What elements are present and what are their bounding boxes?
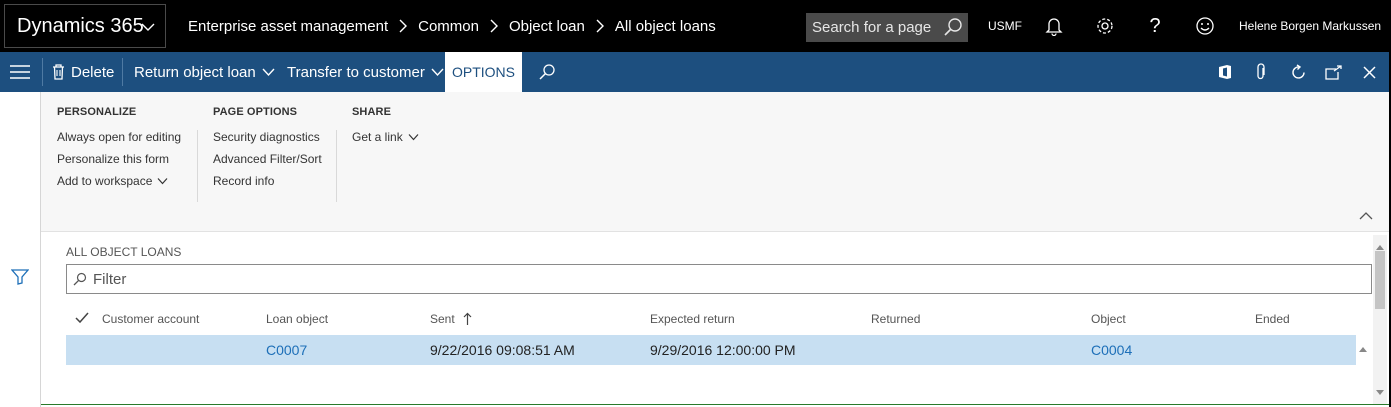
chevron-down-icon bbox=[408, 133, 419, 141]
breadcrumb-all-object-loans[interactable]: All object loans bbox=[615, 18, 716, 35]
app-title: Dynamics 365 bbox=[17, 14, 144, 37]
refresh-icon[interactable] bbox=[1290, 52, 1308, 92]
chevron-down-icon bbox=[157, 177, 168, 185]
grid-vertical-scrollbar[interactable] bbox=[1356, 335, 1370, 405]
cell-loan-object-link[interactable]: C0007 bbox=[266, 335, 307, 365]
divider bbox=[122, 58, 123, 86]
delete-button[interactable]: Delete bbox=[52, 52, 114, 92]
grid-title: ALL OBJECT LOANS bbox=[66, 245, 182, 259]
column-header-loan-object[interactable]: Loan object bbox=[266, 312, 328, 326]
select-all-checkmark-icon[interactable] bbox=[75, 312, 89, 324]
user-name[interactable]: Helene Borgen Markussen bbox=[1239, 0, 1381, 52]
column-header-returned[interactable]: Returned bbox=[871, 312, 920, 326]
gear-icon[interactable] bbox=[1094, 15, 1116, 37]
chevron-down-icon bbox=[262, 67, 275, 77]
personalize-this-form-button[interactable]: Personalize this form bbox=[57, 152, 169, 166]
divider bbox=[41, 404, 1389, 405]
return-object-loan-button[interactable]: Return object loan bbox=[134, 52, 275, 92]
always-open-for-editing-button[interactable]: Always open for editing bbox=[57, 130, 181, 144]
group-title-share: SHARE bbox=[352, 106, 392, 118]
column-header-customer-account[interactable]: Customer account bbox=[102, 312, 199, 326]
chevron-right-icon bbox=[398, 19, 408, 33]
options-ribbon: PERSONALIZE Always open for editing Pers… bbox=[41, 92, 1389, 232]
transfer-to-customer-button[interactable]: Transfer to customer bbox=[287, 52, 444, 92]
get-a-link-button[interactable]: Get a link bbox=[352, 130, 419, 144]
search-icon[interactable] bbox=[942, 16, 964, 42]
scroll-down-arrow-icon[interactable] bbox=[1376, 383, 1384, 401]
popout-icon[interactable] bbox=[1325, 52, 1343, 92]
tab-options[interactable]: OPTIONS bbox=[445, 52, 522, 92]
filter-icon[interactable] bbox=[10, 269, 30, 290]
column-header-sent-label: Sent bbox=[430, 312, 455, 326]
breadcrumb-object-loan[interactable]: Object loan bbox=[509, 18, 585, 35]
column-header-expected-return[interactable]: Expected return bbox=[650, 312, 735, 326]
page-search-input[interactable]: Search for a page bbox=[806, 13, 968, 42]
company-picker[interactable]: USMF bbox=[988, 0, 1022, 52]
divider bbox=[42, 58, 43, 86]
record-info-button[interactable]: Record info bbox=[213, 174, 274, 188]
cell-object-link[interactable]: C0004 bbox=[1091, 335, 1132, 365]
breadcrumb: Enterprise asset management Common Objec… bbox=[188, 0, 716, 52]
chevron-right-icon bbox=[489, 19, 499, 33]
chevron-right-icon bbox=[595, 19, 605, 33]
scrollbar-thumb[interactable] bbox=[1375, 251, 1385, 309]
close-icon[interactable] bbox=[1363, 52, 1379, 92]
search-icon[interactable] bbox=[538, 52, 558, 92]
hamburger-icon[interactable] bbox=[10, 52, 34, 92]
smiley-icon[interactable] bbox=[1194, 15, 1216, 37]
chevron-up-icon[interactable] bbox=[1359, 207, 1373, 225]
group-title-page-options: PAGE OPTIONS bbox=[213, 106, 298, 118]
breadcrumb-common[interactable]: Common bbox=[418, 18, 479, 35]
security-diagnostics-button[interactable]: Security diagnostics bbox=[213, 130, 320, 144]
column-header-sent[interactable]: Sent bbox=[430, 312, 472, 326]
help-icon[interactable]: ? bbox=[1144, 15, 1166, 37]
search-placeholder: Search for a page bbox=[812, 19, 932, 36]
column-header-ended[interactable]: Ended bbox=[1255, 312, 1290, 326]
table-row[interactable]: C0007 9/22/2016 09:08:51 AM 9/29/2016 12… bbox=[66, 335, 1356, 365]
transfer-to-customer-label: Transfer to customer bbox=[287, 63, 425, 81]
search-icon bbox=[73, 272, 87, 290]
filter-pane-rail bbox=[0, 92, 41, 407]
chevron-down-icon bbox=[431, 67, 444, 77]
action-pane: Delete Return object loan Transfer to cu… bbox=[0, 52, 1389, 92]
office-icon[interactable] bbox=[1218, 52, 1234, 92]
group-divider bbox=[336, 130, 337, 202]
cell-sent: 9/22/2016 09:08:51 AM bbox=[430, 342, 575, 358]
advanced-filter-sort-button[interactable]: Advanced Filter/Sort bbox=[213, 152, 322, 166]
group-divider bbox=[197, 130, 198, 202]
column-header-object[interactable]: Object bbox=[1091, 312, 1126, 326]
filter-placeholder: Filter bbox=[93, 270, 127, 288]
attachment-icon[interactable] bbox=[1256, 52, 1270, 92]
add-to-workspace-button[interactable]: Add to workspace bbox=[57, 174, 168, 188]
top-navigation-bar: Dynamics 365 Enterprise asset management… bbox=[0, 0, 1389, 52]
add-to-workspace-label: Add to workspace bbox=[57, 174, 153, 188]
delete-label: Delete bbox=[71, 63, 115, 81]
sort-ascending-icon bbox=[463, 312, 472, 326]
breadcrumb-enterprise-asset-management[interactable]: Enterprise asset management bbox=[188, 18, 388, 35]
trash-icon bbox=[52, 64, 65, 80]
get-a-link-label: Get a link bbox=[352, 130, 403, 144]
app-title-button[interactable]: Dynamics 365 bbox=[4, 4, 166, 48]
page-vertical-scrollbar[interactable] bbox=[1373, 235, 1387, 405]
return-object-loan-label: Return object loan bbox=[134, 63, 256, 81]
grid-filter-input[interactable]: Filter bbox=[66, 264, 1372, 294]
cell-expected-return: 9/29/2016 12:00:00 PM bbox=[650, 342, 796, 358]
scroll-up-arrow-icon[interactable] bbox=[1359, 339, 1367, 357]
chevron-down-icon bbox=[141, 17, 155, 40]
bell-icon[interactable] bbox=[1043, 15, 1065, 37]
group-title-personalize: PERSONALIZE bbox=[57, 106, 137, 118]
